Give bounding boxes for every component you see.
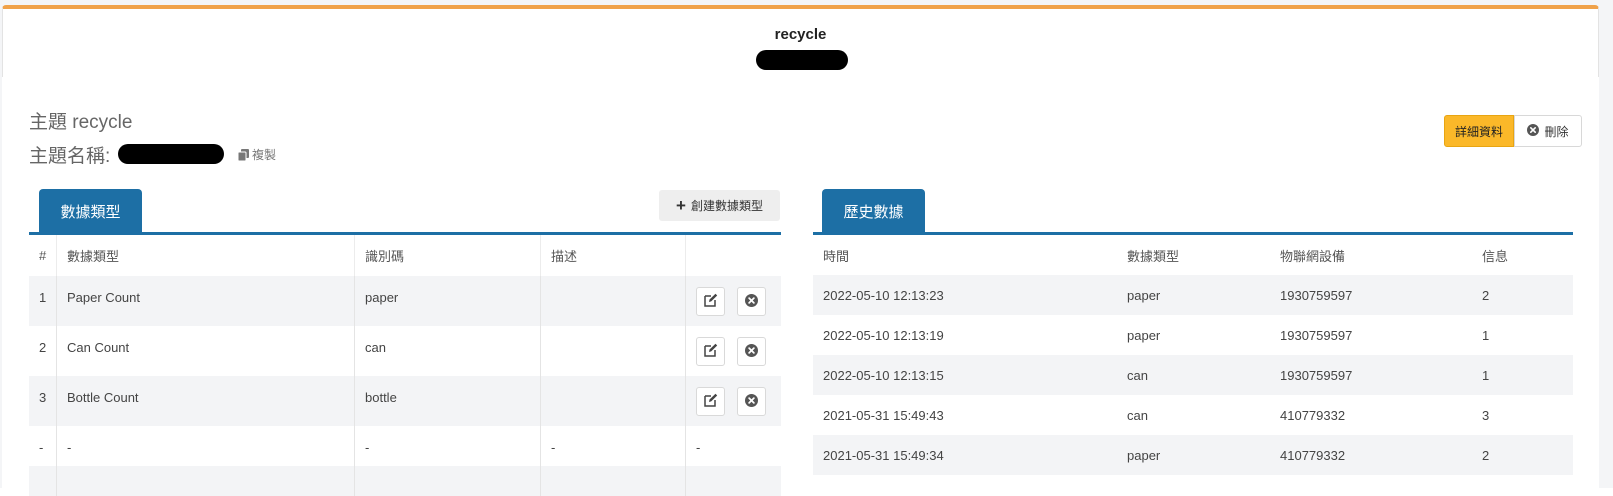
row-device: 1930759597 <box>1280 327 1353 343</box>
column-header: 識別碼 <box>355 235 541 276</box>
row-code: can <box>355 326 541 376</box>
row-time: 2022-05-10 12:13:15 <box>823 367 944 383</box>
table-header-row: 時間 數據類型 物聯網設備 信息 <box>813 235 1573 275</box>
times-circle-icon <box>745 293 758 310</box>
table-row: 2022-05-10 12:13:19 paper 1930759597 1 <box>813 315 1573 355</box>
row-info: 2 <box>1482 287 1490 303</box>
row-info: 1 <box>1482 367 1490 383</box>
row-device: 410779332 <box>1280 447 1346 463</box>
row-actions: - <box>696 440 701 455</box>
copy-label: 複製 <box>252 148 277 162</box>
create-data-type-label: 創建數據類型 <box>690 199 763 213</box>
topic-title: 主題 recycle <box>29 112 133 133</box>
row-info: 1 <box>1482 327 1490 343</box>
table-row: 2022-05-10 12:13:15 can 1930759597 1 <box>813 355 1573 395</box>
app-frame: recycle 主題 recycle 主題名稱: 複製 詳細資料 刪除 數據類型… <box>0 0 1613 496</box>
column-header: 數據類型 <box>57 235 355 276</box>
redacted-topic-name <box>118 144 224 164</box>
filler-cell <box>57 466 355 496</box>
row-actions <box>686 326 781 376</box>
row-description <box>541 326 686 376</box>
table-row: 2021-05-31 15:49:43 can 410779332 3 <box>813 395 1573 435</box>
table-row-filler <box>29 466 781 496</box>
filler-cell <box>355 466 541 496</box>
row-time: 2021-05-31 15:49:43 <box>823 407 944 423</box>
row-description <box>541 376 686 426</box>
row-type: Can Count <box>57 326 355 376</box>
column-header: 數據類型 <box>1127 248 1180 264</box>
redacted-subtitle <box>756 50 848 70</box>
delete-label: 刪除 <box>1544 124 1569 139</box>
row-code: bottle <box>355 376 541 426</box>
row-type: can <box>1127 367 1148 383</box>
row-description: - <box>541 426 686 466</box>
row-type: paper <box>1127 327 1161 343</box>
remove-button[interactable] <box>737 337 766 366</box>
column-header: # <box>29 235 57 276</box>
times-circle-icon <box>745 343 758 360</box>
filler-cell <box>541 466 686 496</box>
copy-icon <box>238 148 249 161</box>
table-row: 2 Can Count can <box>29 326 781 376</box>
row-code: paper <box>355 276 541 326</box>
row-type: Paper Count <box>57 276 355 326</box>
table-row: 2022-05-10 12:13:23 paper 1930759597 2 <box>813 275 1573 315</box>
plus-icon: + <box>676 196 686 215</box>
tab-history[interactable]: 歷史數據 <box>822 189 925 233</box>
edit-button[interactable] <box>696 287 725 316</box>
row-type: can <box>1127 407 1148 423</box>
table-row: 2021-05-31 15:49:34 paper 410779332 2 <box>813 435 1573 475</box>
row-index: 3 <box>29 376 57 426</box>
row-info: 2 <box>1482 447 1490 463</box>
row-description <box>541 276 686 326</box>
times-circle-icon <box>1527 123 1540 139</box>
copy-button[interactable]: 複製 <box>238 146 276 163</box>
page-title: recycle <box>774 26 827 43</box>
tab-data-types[interactable]: 數據類型 <box>39 189 142 233</box>
edit-icon <box>703 393 718 410</box>
details-button[interactable]: 詳細資料 <box>1444 115 1514 147</box>
page-header: recycle <box>2 5 1599 77</box>
row-time: 2022-05-10 12:13:23 <box>823 287 944 303</box>
remove-button[interactable] <box>737 387 766 416</box>
remove-button[interactable] <box>737 287 766 316</box>
filler-cell <box>29 466 57 496</box>
row-type: paper <box>1127 287 1161 303</box>
row-info: 3 <box>1482 407 1490 423</box>
times-circle-icon <box>745 393 758 410</box>
edit-button[interactable] <box>696 387 725 416</box>
table-header-row: # 數據類型 識別碼 描述 <box>29 235 781 276</box>
table-row: 1 Paper Count paper <box>29 276 781 326</box>
row-type: Bottle Count <box>57 376 355 426</box>
column-header: 時間 <box>823 248 850 264</box>
edit-button[interactable] <box>696 337 725 366</box>
data-types-table: # 數據類型 識別碼 描述 1 Paper Count paper 2 Can … <box>29 235 781 496</box>
row-time: 2022-05-10 12:13:19 <box>823 327 944 343</box>
topic-name-label: 主題名稱: <box>29 146 111 167</box>
edit-icon <box>703 343 718 360</box>
history-table: 時間 數據類型 物聯網設備 信息 2022-05-10 12:13:23 pap… <box>813 235 1573 475</box>
table-row-empty: - - - - - <box>29 426 781 466</box>
create-data-type-button[interactable]: + 創建數據類型 <box>659 190 780 221</box>
row-actions <box>686 376 781 426</box>
row-index: 1 <box>29 276 57 326</box>
column-header: 物聯網設備 <box>1280 248 1346 264</box>
column-header: 信息 <box>1482 248 1509 264</box>
row-type: - <box>57 426 355 466</box>
column-header-actions <box>686 235 781 276</box>
row-device: 410779332 <box>1280 407 1346 423</box>
row-code: - <box>355 426 541 466</box>
filler-cell <box>686 466 781 496</box>
delete-button[interactable]: 刪除 <box>1514 115 1582 147</box>
row-actions <box>686 276 781 326</box>
edit-icon <box>703 293 718 310</box>
table-row: 3 Bottle Count bottle <box>29 376 781 426</box>
row-device: 1930759597 <box>1280 367 1353 383</box>
row-time: 2021-05-31 15:49:34 <box>823 447 944 463</box>
row-type: paper <box>1127 447 1161 463</box>
row-index: 2 <box>29 326 57 376</box>
column-header: 描述 <box>541 235 686 276</box>
row-device: 1930759597 <box>1280 287 1353 303</box>
row-index: - <box>29 426 57 466</box>
